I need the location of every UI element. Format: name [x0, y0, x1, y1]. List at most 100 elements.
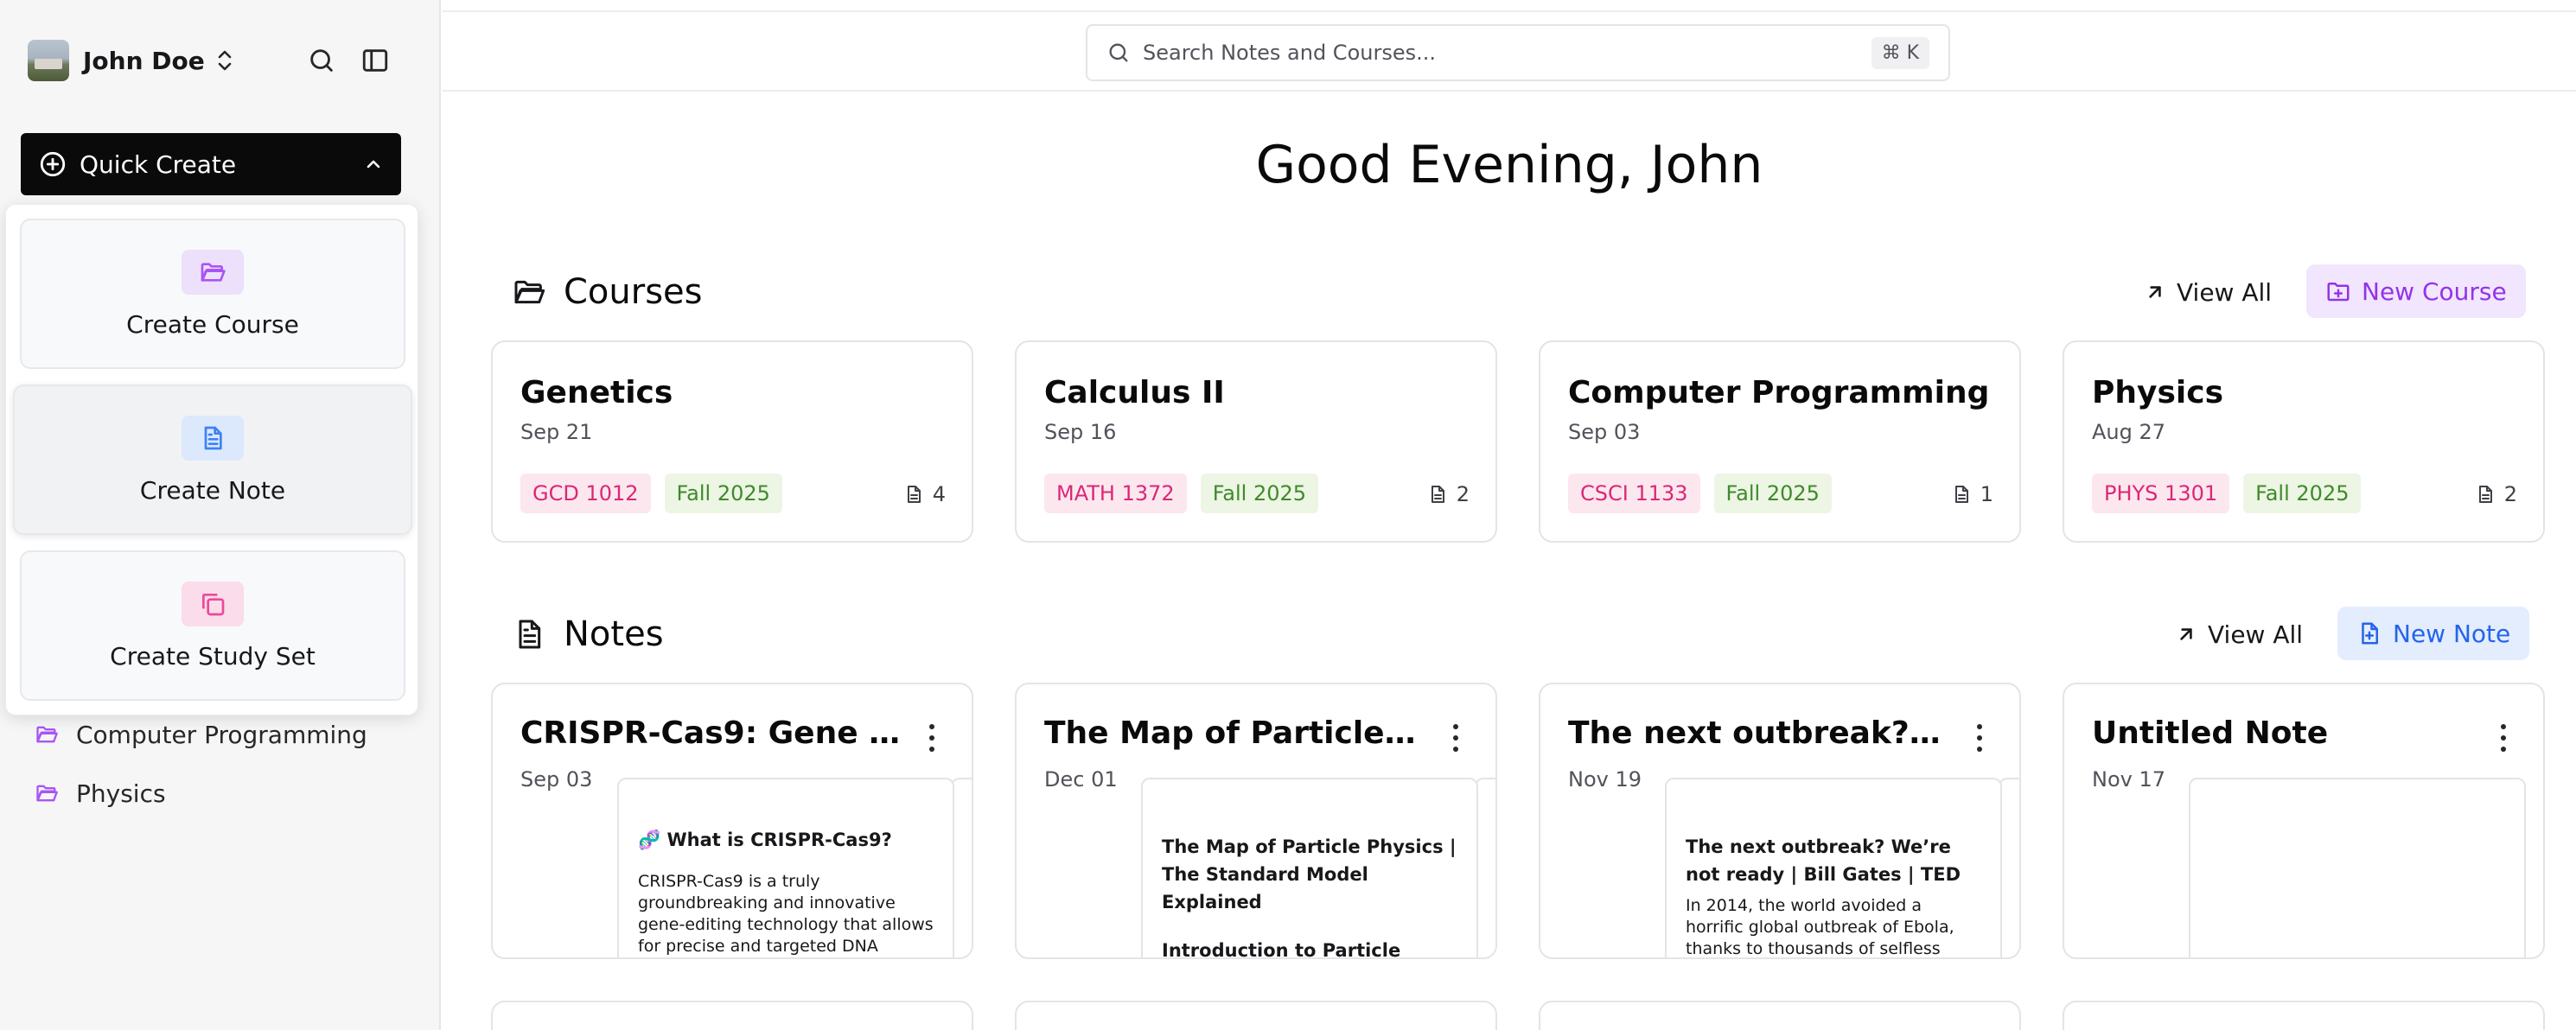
note-preview: 🧬 What is CRISPR-Cas9? CRISPR-Cas9 is a … [617, 778, 954, 957]
sidebar-item-label: Computer Programming [76, 720, 367, 749]
course-code-badge: MATH 1372 [1044, 474, 1187, 513]
course-title: Physics [2092, 375, 2224, 410]
file-text-icon [903, 484, 924, 505]
course-card-computer-programming[interactable]: Computer Programming Sep 03 CSCI 1133 Fa… [1539, 340, 2021, 543]
note-card-partial[interactable] [491, 1001, 973, 1030]
note-card-partial[interactable] [1539, 1001, 2021, 1030]
new-note-button[interactable]: New Note [2337, 607, 2530, 660]
file-text-icon [1951, 484, 1972, 505]
term-badge: Fall 2025 [2243, 474, 2362, 513]
preview-heading: The next outbreak? We’re not ready | Bil… [1686, 836, 1961, 885]
chevron-up-icon [363, 154, 384, 175]
term-badge: Fall 2025 [1200, 474, 1319, 513]
note-count-value: 2 [2503, 482, 2517, 506]
more-options-icon[interactable] [1974, 724, 1985, 752]
note-count: 2 [2475, 482, 2517, 506]
section-title: Courses [564, 272, 703, 312]
course-code-badge: CSCI 1133 [1568, 474, 1700, 513]
note-date: Nov 17 [2092, 767, 2166, 792]
course-code-badge: GCD 1012 [520, 474, 651, 513]
course-card-genetics[interactable]: Genetics Sep 21 GCD 1012 Fall 2025 4 [491, 340, 973, 543]
note-date: Sep 03 [520, 767, 593, 792]
file-plus-icon [2356, 620, 2382, 646]
folder-plus-icon [2325, 278, 2351, 304]
create-note-item[interactable]: Create Note [13, 385, 412, 535]
create-course-item[interactable]: Create Course [20, 219, 405, 369]
course-card-calculus[interactable]: Calculus II Sep 16 MATH 1372 Fall 2025 2 [1015, 340, 1497, 543]
quick-create-menu: Create Course Create Note Create Study S… [5, 204, 418, 715]
course-date: Aug 27 [2092, 420, 2166, 444]
note-card-crispr[interactable]: CRISPR-Cas9: Gene Editing Revolution Sep… [491, 683, 973, 959]
note-title: Untitled Note [2092, 715, 2329, 751]
notes-view-all-button[interactable]: View All [2175, 608, 2303, 660]
menu-item-label: Create Course [126, 309, 299, 339]
note-count-value: 4 [932, 482, 946, 506]
menu-item-label: Create Note [139, 475, 286, 505]
term-badge: Fall 2025 [1713, 474, 1832, 513]
quick-create-button[interactable]: Quick Create [21, 133, 401, 195]
copy-icon [182, 581, 244, 626]
top-border [443, 10, 2576, 12]
user-switcher[interactable]: John Doe [28, 38, 234, 83]
folder-open-icon [512, 275, 546, 309]
preview-heading: The Map of Particle Physics | The Standa… [1162, 836, 1457, 912]
folder-open-icon [35, 722, 59, 747]
file-text-icon [182, 415, 244, 461]
preview-body: CRISPR-Cas9 is a truly groundbreaking an… [638, 872, 934, 956]
quick-create-label: Quick Create [80, 149, 237, 179]
view-all-label: View All [2177, 277, 2273, 307]
course-title: Calculus II [1044, 375, 1225, 410]
user-name: John Doe [83, 46, 205, 75]
search-bar[interactable]: ⌘ K [1086, 24, 1950, 81]
course-card-physics[interactable]: Physics Aug 27 PHYS 1301 Fall 2025 2 [2063, 340, 2545, 543]
sidebar: John Doe Quick Create Computer Programmi… [0, 0, 441, 1030]
new-note-label: New Note [2393, 619, 2511, 648]
sidebar-toggle-icon[interactable] [356, 41, 394, 79]
note-card-next-outbreak[interactable]: The next outbreak? We’re not ready | Bil… [1539, 683, 2021, 959]
note-count-value: 1 [1980, 482, 1993, 506]
preview-subheading: Introduction to Particle Physics [1162, 940, 1401, 959]
more-options-icon[interactable] [2498, 724, 2509, 752]
note-card-untitled[interactable]: Untitled Note Nov 17 [2063, 683, 2545, 959]
more-options-icon[interactable] [1451, 724, 1461, 752]
create-study-set-item[interactable]: Create Study Set [20, 550, 405, 701]
course-code-badge: PHYS 1301 [2092, 474, 2230, 513]
plus-circle-icon [38, 149, 67, 179]
view-all-label: View All [2208, 620, 2304, 649]
more-options-icon[interactable] [927, 724, 937, 752]
note-preview: The Map of Particle Physics | The Standa… [1141, 778, 1478, 959]
menu-item-label: Create Study Set [110, 641, 316, 671]
keyboard-shortcut: ⌘ K [1871, 36, 1929, 69]
note-card-partial[interactable] [2063, 1001, 2545, 1030]
note-count: 1 [1951, 482, 1993, 506]
arrow-up-right-icon [2144, 281, 2166, 303]
avatar [28, 40, 69, 81]
preview-heading: 🧬 What is CRISPR-Cas9? [638, 830, 892, 850]
note-card-particle-physics[interactable]: The Map of Particle Physics | The Standa… [1015, 683, 1497, 959]
course-date: Sep 03 [1568, 420, 1641, 444]
section-title: Notes [564, 614, 664, 654]
term-badge: Fall 2025 [664, 474, 782, 513]
sidebar-item-physics[interactable]: Physics [35, 772, 166, 814]
folder-open-icon [182, 249, 244, 295]
new-course-button[interactable]: New Course [2306, 264, 2526, 318]
courses-view-all-button[interactable]: View All [2144, 266, 2272, 318]
course-date: Sep 16 [1044, 420, 1117, 444]
note-card-partial[interactable] [1015, 1001, 1497, 1030]
folder-open-icon [35, 781, 59, 805]
sidebar-item-computer-programming[interactable]: Computer Programming [35, 714, 367, 755]
header-divider [443, 90, 2576, 92]
search-icon [1106, 41, 1131, 65]
note-date: Nov 19 [1568, 767, 1642, 792]
note-title: The Map of Particle Physics | The Standa… [1044, 715, 1425, 751]
search-icon[interactable] [303, 41, 341, 79]
note-title: The next outbreak? We’re not ready | Bil… [1568, 715, 1948, 751]
new-course-label: New Course [2362, 277, 2507, 306]
chevron-up-down-icon [215, 48, 234, 73]
course-title: Computer Programming [1568, 375, 1990, 410]
file-text-icon [2475, 484, 2496, 505]
note-preview: The next outbreak? We’re not ready | Bil… [1665, 778, 2002, 958]
notes-header: Notes [512, 610, 664, 658]
search-input[interactable] [1143, 41, 1871, 65]
preview-body: In 2014, the world avoided a horrific gl… [1686, 896, 1954, 958]
